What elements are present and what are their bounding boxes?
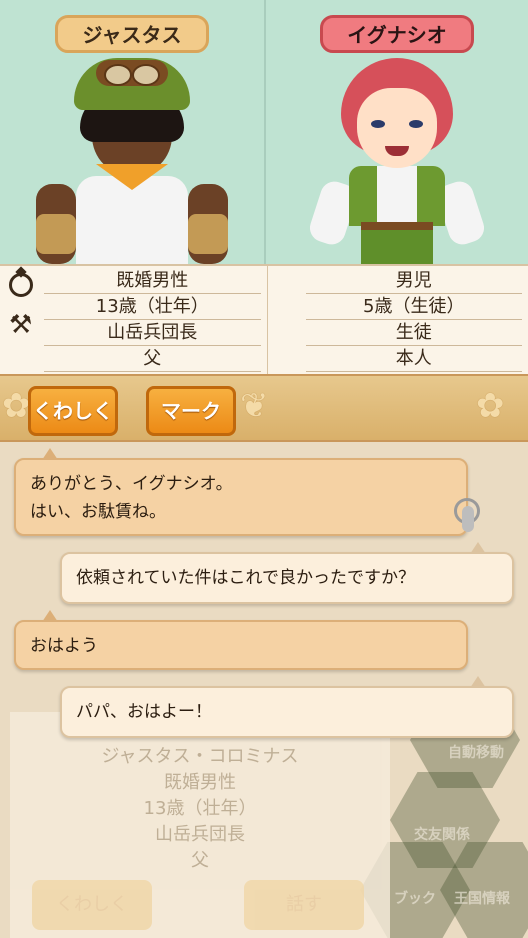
bg-details-button: くわしく	[32, 880, 152, 930]
chat-message-3: おはよう	[14, 610, 468, 670]
tap-icon[interactable]	[452, 498, 488, 536]
chat-message-2: 依頼されていた件はこれで良かったですか？	[60, 542, 514, 604]
action-bar: ✿ ❦ ✿ くわしく マーク	[0, 374, 528, 442]
portrait-right: イグナシオ	[264, 0, 528, 264]
portrait-left: ジャスタス	[0, 0, 264, 266]
chat-message-1: ありがとう、イグナシオ。 はい、お駄賃ね。	[14, 448, 468, 536]
ornament-icon: ✿	[476, 386, 505, 426]
info-left-age: 13歳（壮年）	[44, 294, 261, 320]
bg-menu-auto-move: 自動移動	[448, 745, 504, 761]
info-right-job: 生徒	[305, 320, 522, 346]
info-right-relation: 本人	[305, 346, 522, 372]
bg-menu-book: ブック	[394, 891, 436, 907]
info-left: 既婚男性 13歳（壮年） 山岳兵団長 父	[40, 266, 267, 374]
info-left-status: 既婚男性	[44, 268, 261, 294]
name-plate-right: イグナシオ	[320, 15, 474, 53]
bg-job: 山岳兵団長	[155, 824, 245, 845]
bg-status: 既婚男性	[164, 772, 236, 793]
chat-message-4: パパ、おはよー！	[60, 676, 514, 738]
ornament-icon: ❦	[240, 386, 269, 426]
ornament-icon: ✿	[2, 386, 31, 426]
info-icons: ⚒	[0, 266, 40, 374]
bg-talk-button: 話す	[244, 880, 364, 930]
details-button[interactable]: くわしく	[28, 386, 118, 436]
info-table: ⚒ 既婚男性 13歳（壮年） 山岳兵団長 父 男児 5歳（生徒） 生徒 本人	[0, 264, 528, 374]
bg-fullname: ジャスタス・コロミナス	[101, 746, 299, 767]
mark-button[interactable]: マーク	[146, 386, 236, 436]
axe-icon: ⚒	[9, 310, 33, 340]
bg-menu-kingdom: 王国情報	[454, 891, 510, 907]
info-left-job: 山岳兵団長	[44, 320, 261, 346]
bg-menu-relations: 交友関係	[414, 827, 470, 843]
name-plate-left: ジャスタス	[55, 15, 209, 53]
info-right-status: 男児	[305, 268, 522, 294]
bg-age: 13歳（壮年）	[143, 798, 257, 819]
info-right: 男児 5歳（生徒） 生徒 本人	[266, 266, 528, 374]
portraits: ジャスタス イグナシオ	[0, 0, 528, 266]
ring-icon	[9, 273, 33, 297]
info-left-relation: 父	[44, 346, 261, 372]
info-right-age: 5歳（生徒）	[305, 294, 522, 320]
bg-relation: 父	[191, 850, 209, 871]
